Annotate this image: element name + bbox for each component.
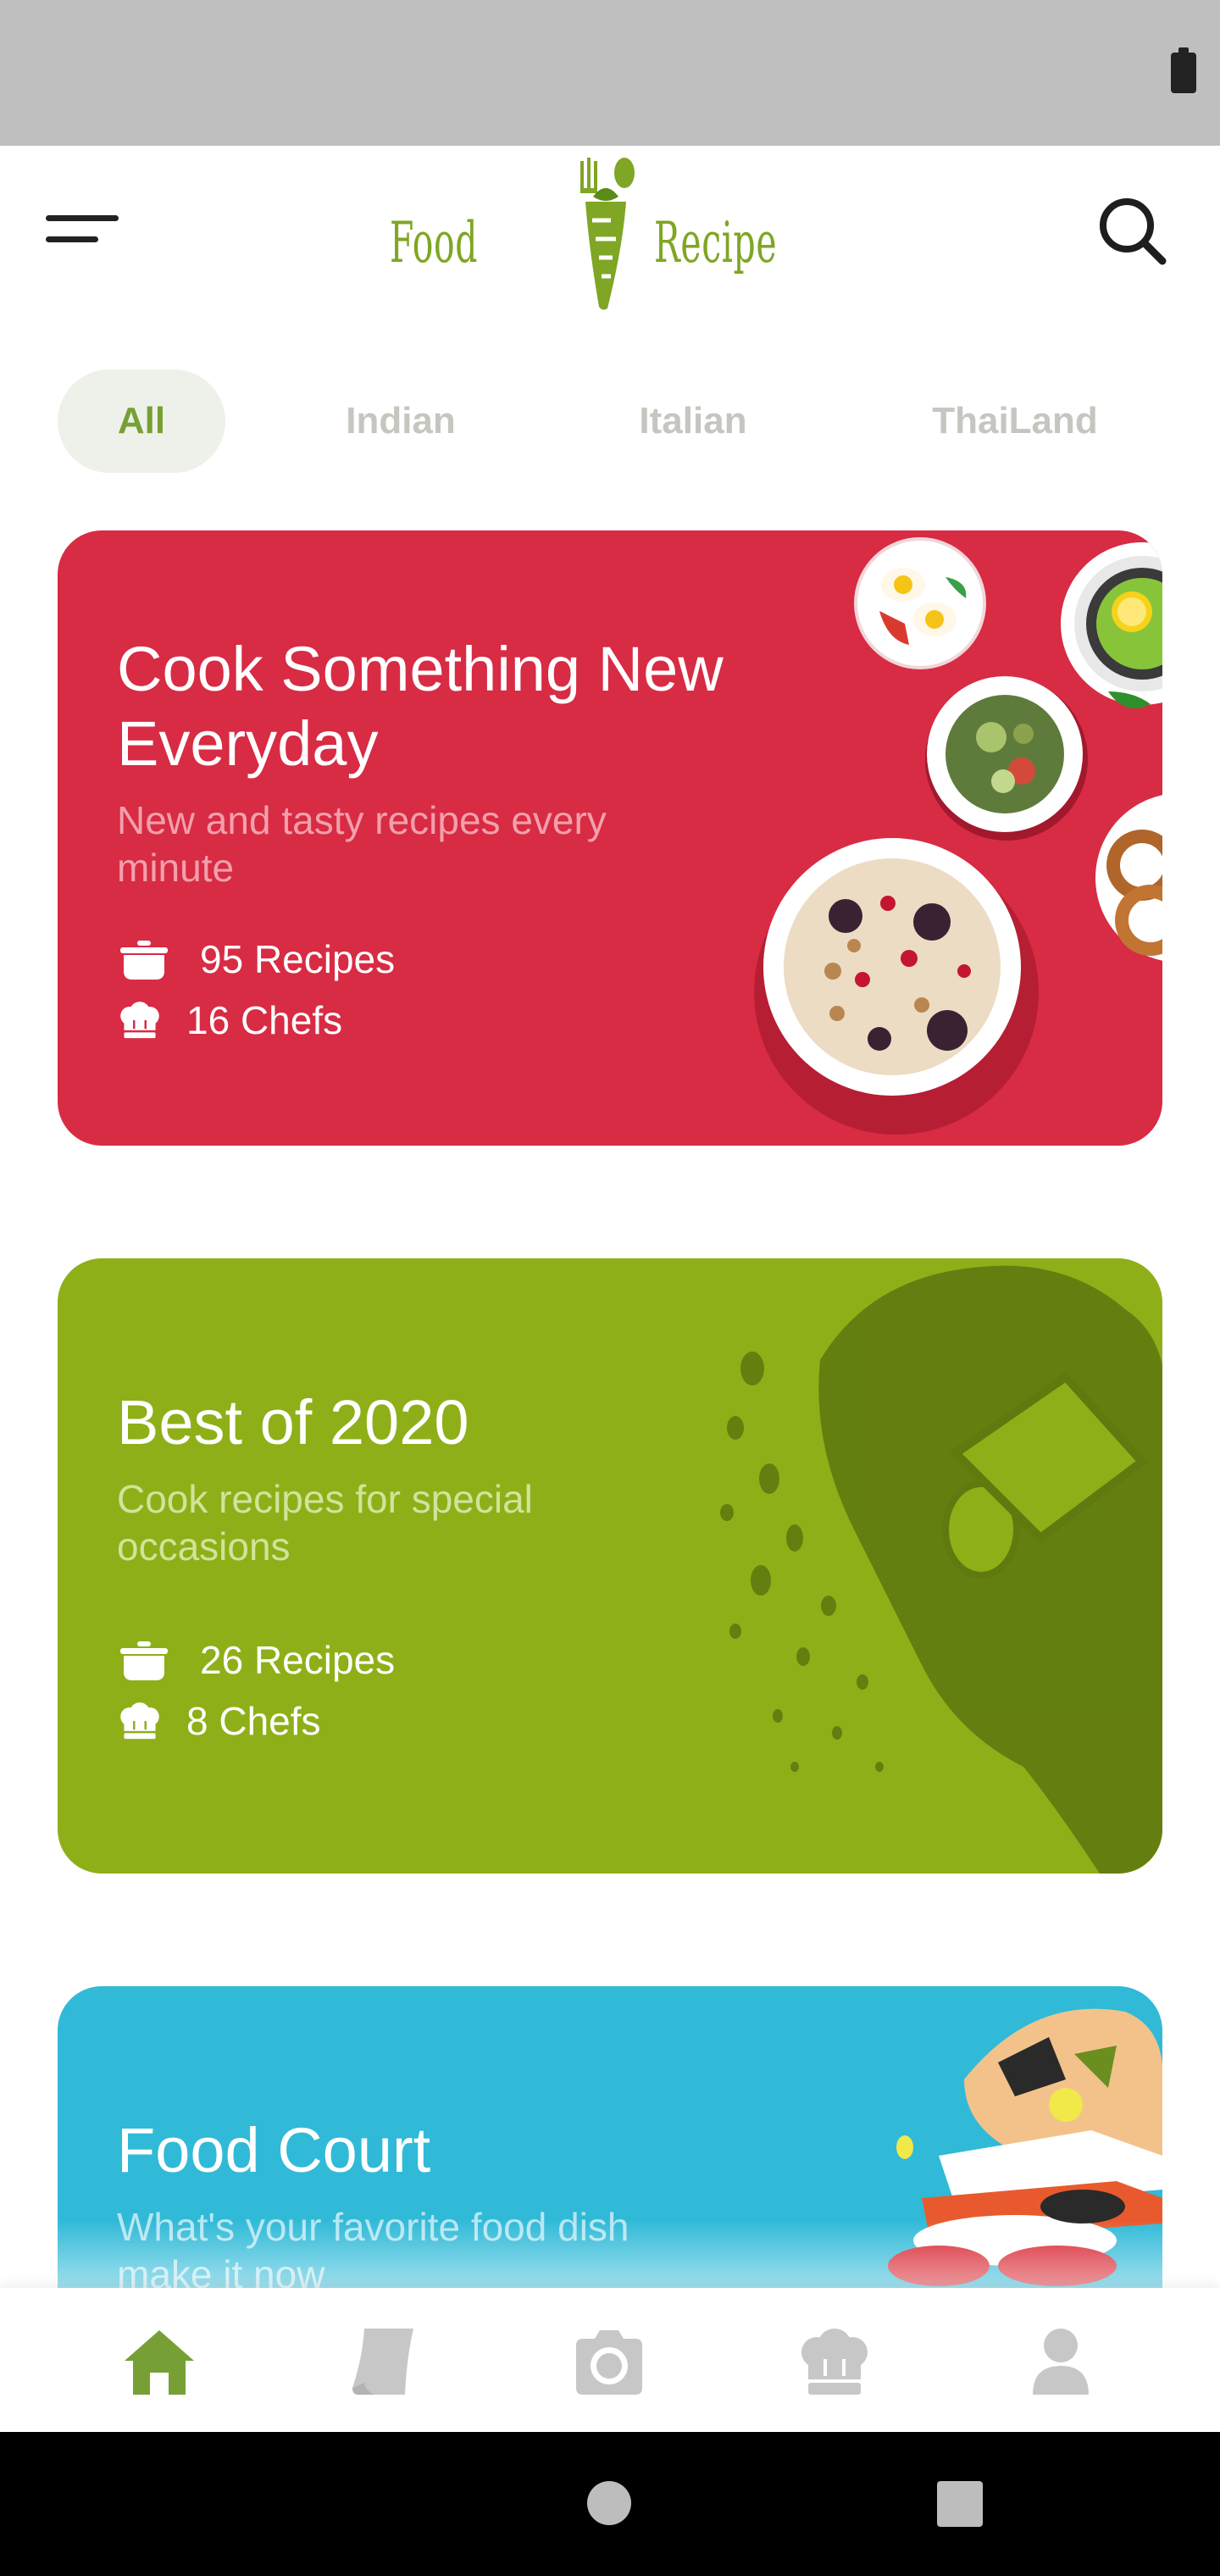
system-navigation-bar [0, 2432, 1220, 2576]
chef-hat-icon [120, 1702, 159, 1740]
camera-icon[interactable] [571, 2323, 647, 2400]
recipe-card-best-of-2020[interactable]: Best of 2020 Cook recipes for special oc… [58, 1258, 1162, 1874]
chef-splash-illustration [720, 1265, 1162, 1874]
logo-word-recipe: Recipe [654, 210, 778, 275]
card-title: Best of 2020 [117, 1387, 469, 1457]
tab-all[interactable]: All [58, 369, 225, 473]
tab-indian[interactable]: Indian [313, 369, 488, 473]
search-icon[interactable] [1095, 193, 1169, 268]
card-subtitle: New and tasty recipes every minute [117, 798, 607, 890]
system-home-button[interactable] [587, 2481, 631, 2525]
food-plates-illustration [754, 537, 1162, 1135]
logo-word-food: Food [390, 210, 479, 275]
tab-thailand[interactable]: ThaiLand [898, 369, 1132, 473]
recipes-count-text: 95 Recipes [200, 937, 396, 981]
chef-hat-icon[interactable] [796, 2323, 873, 2400]
profile-icon[interactable] [1023, 2323, 1099, 2400]
recipes-count-text: 26 Recipes [200, 1638, 396, 1682]
bottom-navigation [0, 2288, 1220, 2432]
content-fade [0, 2220, 1220, 2288]
hamburger-menu-icon[interactable] [46, 210, 122, 251]
notes-icon[interactable] [346, 2323, 422, 2400]
status-bar [0, 0, 1220, 146]
app-logo: Food Recipe [390, 154, 788, 315]
recipe-card-cook-something-new[interactable]: Cook Something New Everyday New and tast… [58, 530, 1162, 1146]
chefs-count-text: 8 Chefs [186, 1699, 321, 1743]
cooking-pot-icon [120, 1641, 168, 1680]
app-bar: Food Recipe [0, 146, 1220, 358]
carrot-fork-spoon-icon [580, 158, 635, 310]
category-tabs: All Indian Italian ThaiLand [0, 369, 1220, 475]
card-title: Food Court [117, 2115, 431, 2185]
chef-hat-icon [120, 1002, 159, 1039]
tab-italian[interactable]: Italian [602, 369, 785, 473]
card-title: Cook Something New Everyday [117, 634, 724, 779]
home-icon[interactable] [121, 2323, 197, 2400]
cooking-pot-icon [120, 941, 168, 980]
system-recents-button[interactable] [937, 2481, 983, 2527]
battery-icon [1171, 47, 1196, 93]
chefs-count-text: 16 Chefs [186, 998, 343, 1042]
card-subtitle: Cook recipes for special occasions [117, 1477, 533, 1568]
